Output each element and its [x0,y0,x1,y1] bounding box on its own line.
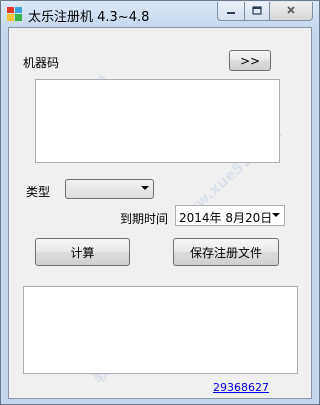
machine-code-textbox[interactable] [35,79,280,163]
app-icon [7,7,22,21]
expiry-date-value: 2014年 8月20日 [179,211,273,225]
maximize-icon [252,4,262,18]
expand-button[interactable]: >> [229,50,271,71]
calculate-button[interactable]: 计算 [35,238,130,266]
minimize-button[interactable] [217,2,245,21]
maximize-button[interactable] [245,2,270,21]
chevron-down-icon [141,186,149,190]
type-dropdown[interactable] [65,179,154,199]
window-title: 太乐注册机 4.3~4.8 [28,10,150,25]
minimize-icon [226,4,236,18]
client-area: 软件学堂 www.xue51.com 软件学堂 机器码 >> 类型 到期时间 2… [8,27,312,399]
machine-code-label: 机器码 [23,56,60,70]
expiry-time-label: 到期时间 [120,212,169,226]
save-registration-file-button[interactable]: 保存注册文件 [173,238,279,266]
type-label: 类型 [26,185,51,199]
expiry-date-picker[interactable]: 2014年 8月20日 [175,205,285,226]
footer-link[interactable]: 29368627 [213,381,269,394]
app-window: 太乐注册机 4.3~4.8 软件学堂 www.xue51.com 软 [0,0,320,405]
close-icon [286,4,296,18]
close-button[interactable] [270,2,313,21]
title-bar[interactable]: 太乐注册机 4.3~4.8 [1,1,319,27]
calendar-dropdown-icon[interactable] [272,213,280,217]
result-textbox[interactable] [23,286,298,374]
caption-buttons [217,2,313,21]
